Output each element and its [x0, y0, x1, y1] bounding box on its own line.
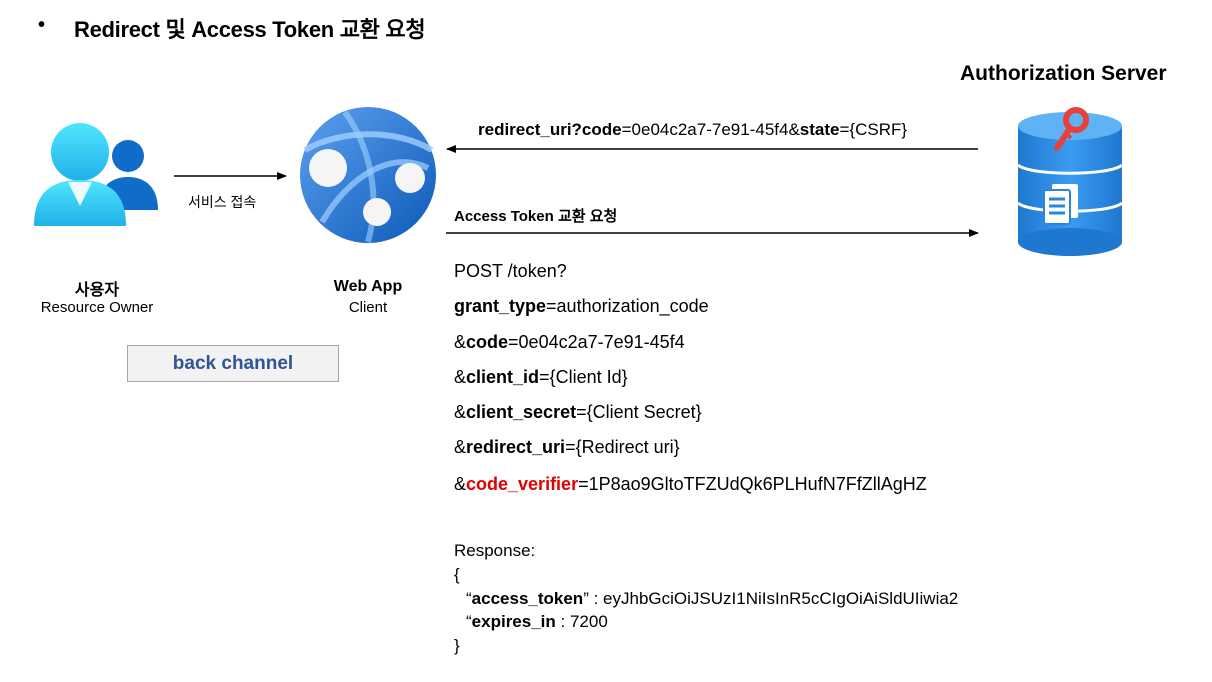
web-app-globe-icon [300, 107, 436, 243]
redirect-param1-value: =0e04c2a7-7e91-45f4& [621, 120, 800, 139]
param-value: ={Client Secret} [576, 402, 702, 422]
expires-in-key: expires_in [471, 612, 556, 631]
document-icon [1043, 184, 1078, 225]
param-value: ={Redirect uri} [565, 437, 680, 457]
request-param: &redirect_uri={Redirect uri} [454, 437, 680, 458]
users-icon [34, 123, 158, 226]
param-prefix: & [454, 402, 467, 422]
title-bullet: • [38, 14, 46, 36]
response-expires-in-line: “expires_in : 7200 [466, 612, 608, 632]
param-name: redirect_uri [466, 437, 566, 457]
request-param: &client_id={Client Id} [454, 367, 628, 388]
web-app-name: Web App [333, 278, 403, 295]
param-prefix: & [454, 367, 467, 387]
authorization-server-title: Authorization Server [960, 62, 1167, 85]
response-access-token-line: “access_token” : eyJhbGciOiJSUzI1NiIsInR… [466, 589, 958, 609]
param-value: =authorization_code [546, 296, 709, 316]
resource-owner-name: 사용자 [74, 282, 120, 299]
token-exchange-label: Access Token 교환 요청 [454, 208, 618, 225]
param-name: code_verifier [466, 474, 579, 494]
response-open-brace: { [454, 565, 460, 584]
param-name: code [466, 332, 509, 352]
param-value: =1P8ao9GltoTFZUdQk6PLHufN7FfZllAgHZ [578, 474, 927, 494]
redirect-param1-name: redirect_uri?code [478, 120, 622, 139]
param-prefix: & [454, 474, 467, 494]
request-param: &client_secret={Client Secret} [454, 402, 702, 423]
request-param-code-verifier: &code_verifier=1P8ao9GltoTFZUdQk6PLHufN7… [454, 474, 927, 495]
page-title: Redirect 및 Access Token 교환 요청 [74, 17, 426, 42]
request-param: grant_type=authorization_code [454, 296, 709, 317]
redirect-param2-name: state [799, 120, 840, 139]
param-name: grant_type [454, 296, 547, 316]
access-token-key: access_token [471, 589, 584, 608]
param-name: client_id [466, 367, 540, 387]
param-prefix: & [454, 332, 467, 352]
param-prefix: & [454, 437, 467, 457]
response-close-brace: } [454, 636, 460, 655]
param-value: =0e04c2a7-7e91-45f4 [508, 332, 685, 352]
service-access-label: 서비스 접속 [188, 194, 257, 210]
request-line: POST /token? [454, 261, 567, 281]
redirect-param2-value: ={CSRF} [839, 120, 908, 139]
access-token-value: ” : eyJhbGciOiJSUzI1NiIsInR5cCIgOiAiSldU… [583, 589, 959, 608]
back-channel-label: back channel [172, 352, 294, 374]
param-value: ={Client Id} [539, 367, 628, 387]
back-channel-box: back channel [127, 345, 339, 382]
expires-in-value: : 7200 [555, 612, 608, 631]
response-label: Response: [454, 541, 536, 560]
web-app-role: Client [348, 299, 388, 316]
redirect-uri-text: redirect_uri?code=0e04c2a7-7e91-45f4&sta… [478, 120, 907, 140]
resource-owner-role: Resource Owner [40, 299, 154, 316]
request-param: &code=0e04c2a7-7e91-45f4 [454, 332, 685, 353]
param-name: client_secret [466, 402, 577, 422]
